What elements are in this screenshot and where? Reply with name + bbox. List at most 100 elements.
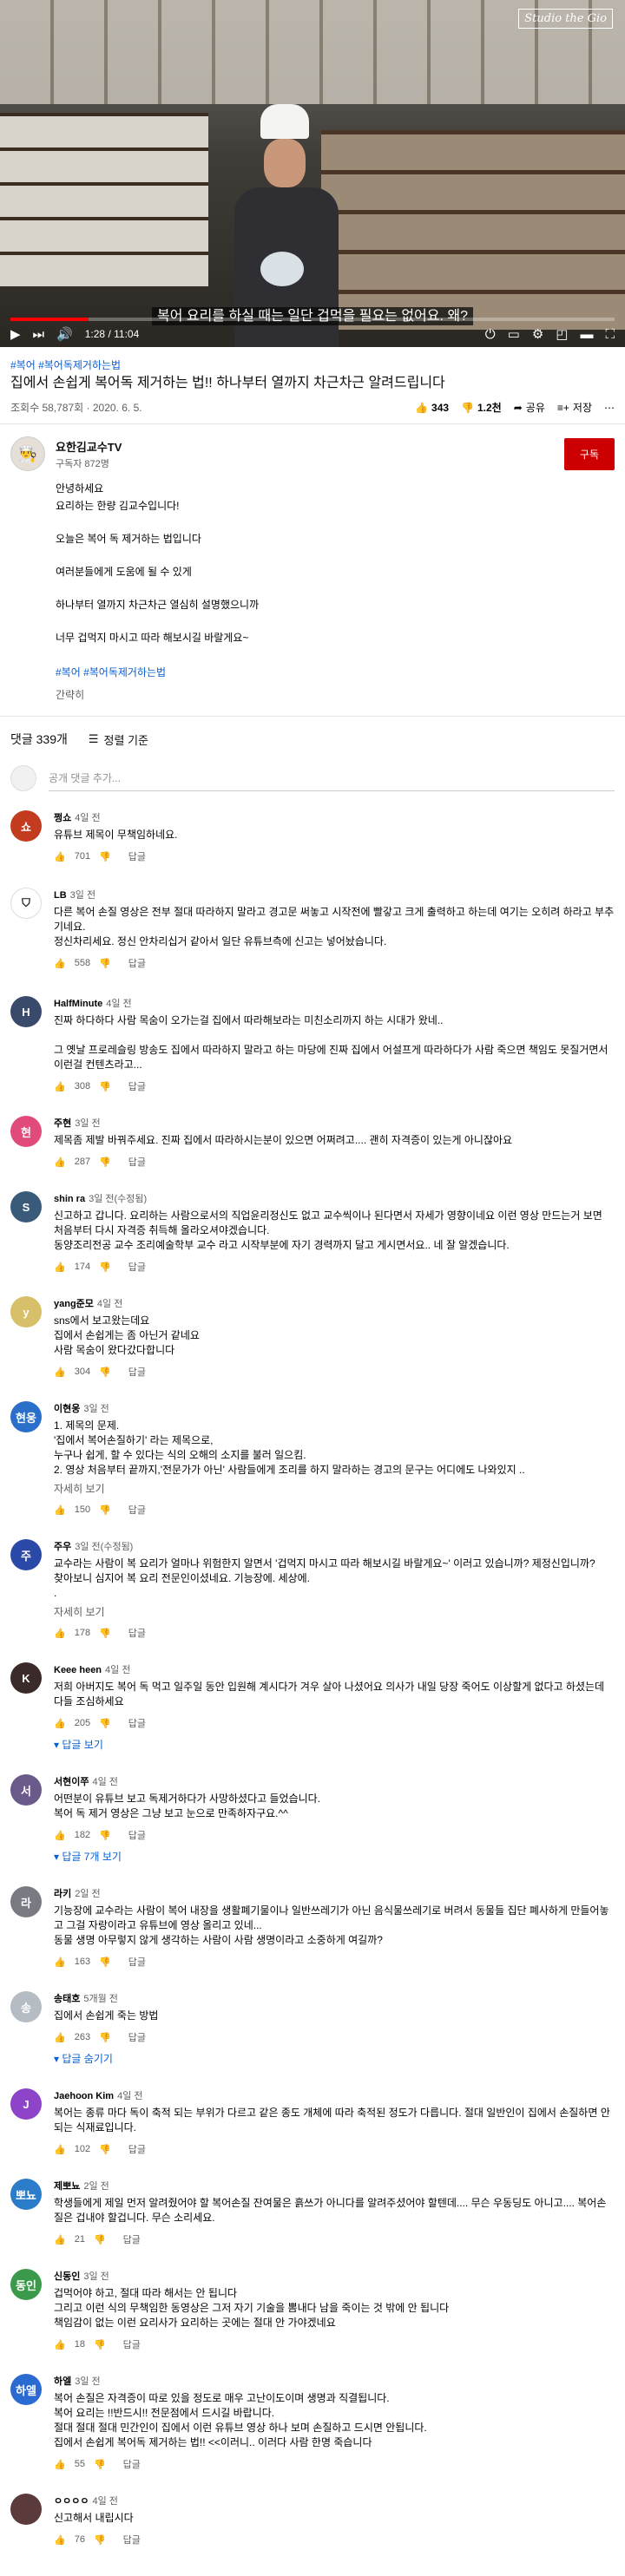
reply-button[interactable]: 답글 <box>123 2457 141 2471</box>
comment-time[interactable]: 3일 전 <box>83 2271 109 2282</box>
thumbs-down-icon[interactable]: 👎 <box>99 1957 111 1968</box>
thumbs-down-icon[interactable]: 👎 <box>99 1504 111 1516</box>
more-actions-icon[interactable]: ⋯ <box>604 402 615 414</box>
thumbs-down-icon[interactable]: 👎 <box>99 1081 111 1092</box>
thumbs-up-icon[interactable]: 👍 <box>54 958 66 969</box>
comment-time[interactable]: 4일 전 <box>105 1665 130 1675</box>
comment-author[interactable]: 송태호 <box>54 1994 80 2004</box>
reply-button[interactable]: 답글 <box>128 1716 146 1730</box>
thumbs-down-icon[interactable]: 👎 <box>94 2234 106 2245</box>
commenter-avatar[interactable]: 뽀뇨 <box>10 2179 42 2210</box>
thumbs-up-icon[interactable]: 👍 <box>54 1957 66 1968</box>
comment-time[interactable]: 3일 전 <box>83 1404 109 1414</box>
comment-author[interactable]: LB <box>54 890 67 901</box>
thumbs-down-icon[interactable]: 👎 <box>99 1262 111 1273</box>
view-replies-button[interactable]: ▾ 답글 7개 보기 <box>54 1849 615 1864</box>
comment-time[interactable]: 5개월 전 <box>83 1994 118 2004</box>
thumbs-up-icon[interactable]: 👍 <box>54 2032 66 2043</box>
add-comment-input[interactable]: 공개 댓글 추가... <box>49 765 615 791</box>
read-more-link[interactable]: 자세히 보기 <box>54 1481 615 1496</box>
thumbs-down-icon[interactable]: 👎 <box>99 1830 111 1841</box>
commenter-avatar[interactable]: 주 <box>10 1539 42 1570</box>
reply-button[interactable]: 답글 <box>128 849 146 863</box>
dislike-button[interactable]: 👎 1.2천 <box>461 400 502 415</box>
play-icon[interactable]: ▶ <box>10 326 21 342</box>
commenter-avatar[interactable]: H <box>10 996 42 1027</box>
comment-author[interactable]: 주현 <box>54 1118 71 1129</box>
thumbs-up-icon[interactable]: 👍 <box>54 2339 66 2350</box>
comment-time[interactable]: 4일 전 <box>106 999 131 1009</box>
thumbs-down-icon[interactable]: 👎 <box>99 2144 111 2155</box>
volume-icon[interactable]: 🔊 <box>56 326 73 342</box>
thumbs-down-icon[interactable]: 👎 <box>99 1157 111 1168</box>
thumbs-down-icon[interactable]: 👎 <box>99 851 111 862</box>
thumbs-down-icon[interactable]: 👎 <box>99 1628 111 1639</box>
description-hashtags[interactable]: #복어 #복어독제거하는법 <box>56 664 615 681</box>
thumbs-down-icon[interactable]: 👎 <box>94 2459 106 2470</box>
commenter-avatar[interactable]: 현웅 <box>10 1401 42 1432</box>
comment-author[interactable]: HalfMinute <box>54 999 102 1009</box>
comment-author[interactable]: Jaehoon Kim <box>54 2091 114 2101</box>
commenter-avatar[interactable]: K <box>10 1662 42 1694</box>
thumbs-down-icon[interactable]: 👎 <box>99 1718 111 1729</box>
commenter-avatar[interactable]: 쇼 <box>10 810 42 842</box>
reply-button[interactable]: 답글 <box>128 1626 146 1640</box>
commenter-avatar[interactable]: ⛉ <box>10 888 42 919</box>
commenter-avatar[interactable]: 송 <box>10 1991 42 2022</box>
thumbs-up-icon[interactable]: 👍 <box>54 1157 66 1168</box>
commenter-avatar[interactable]: 라 <box>10 1886 42 1917</box>
commenter-avatar[interactable]: y <box>10 1296 42 1327</box>
view-replies-button[interactable]: ▾ 답글 숨기기 <box>54 2051 615 2066</box>
comment-time[interactable]: 3일 전 <box>75 2376 100 2387</box>
reply-button[interactable]: 답글 <box>128 1260 146 1274</box>
reply-button[interactable]: 답글 <box>128 1828 146 1842</box>
comment-author[interactable]: 하엘 <box>54 2376 71 2387</box>
like-button[interactable]: 👍 343 <box>415 402 449 414</box>
captions-icon[interactable]: ▭ <box>508 326 520 342</box>
theater-icon[interactable]: ▬ <box>580 327 593 342</box>
thumbs-up-icon[interactable]: 👍 <box>54 1718 66 1729</box>
thumbs-down-icon[interactable]: 👎 <box>94 2339 106 2350</box>
reply-button[interactable]: 답글 <box>128 1155 146 1169</box>
reply-button[interactable]: 답글 <box>128 2030 146 2044</box>
comment-author[interactable]: 신동인 <box>54 2271 80 2282</box>
commenter-avatar[interactable]: 하엘 <box>10 2374 42 2405</box>
comment-time[interactable]: 3일 전 <box>75 1118 100 1129</box>
reply-button[interactable]: 답글 <box>123 2533 141 2547</box>
thumbs-up-icon[interactable]: 👍 <box>54 1367 66 1378</box>
comment-author[interactable]: 서현이쭈 <box>54 1777 89 1787</box>
reply-button[interactable]: 답글 <box>128 2142 146 2156</box>
reply-button[interactable]: 답글 <box>128 1079 146 1093</box>
comment-author[interactable]: 라키 <box>54 1889 71 1899</box>
thumbs-up-icon[interactable]: 👍 <box>54 2459 66 2470</box>
channel-name[interactable]: 요한김교수TV <box>56 438 564 455</box>
read-more-link[interactable]: 자세히 보기 <box>54 1604 615 1619</box>
thumbs-down-icon[interactable]: 👎 <box>94 2534 106 2546</box>
reply-button[interactable]: 답글 <box>128 1955 146 1969</box>
thumbs-up-icon[interactable]: 👍 <box>54 1262 66 1273</box>
subscribe-button[interactable]: 구독 <box>563 437 615 470</box>
commenter-avatar[interactable]: J <box>10 2088 42 2120</box>
reply-button[interactable]: 답글 <box>128 1365 146 1379</box>
commenter-avatar[interactable]: 서 <box>10 1774 42 1806</box>
reply-button[interactable]: 답글 <box>128 1503 146 1517</box>
thumbs-down-icon[interactable]: 👎 <box>99 1367 111 1378</box>
reply-button[interactable]: 답글 <box>123 2337 141 2351</box>
thumbs-up-icon[interactable]: 👍 <box>54 1830 66 1841</box>
thumbs-up-icon[interactable]: 👍 <box>54 1504 66 1516</box>
comment-author[interactable]: Keee heen <box>54 1665 102 1675</box>
thumbs-up-icon[interactable]: 👍 <box>54 2144 66 2155</box>
comment-author[interactable]: 쩡쇼 <box>54 813 71 823</box>
sort-button[interactable]: ☰ 정렬 기준 <box>89 731 148 748</box>
comment-author[interactable]: yang준모 <box>54 1299 94 1309</box>
comment-author[interactable]: 제뽀뇨 <box>54 2181 80 2192</box>
comment-time[interactable]: 4일 전 <box>117 2091 142 2101</box>
comment-time[interactable]: 3일 전(수정됨) <box>89 1194 147 1204</box>
settings-gear-icon[interactable]: ⚙ <box>532 326 543 342</box>
share-button[interactable]: ➦ 공유 <box>514 400 545 415</box>
comment-time[interactable]: 4일 전 <box>92 2496 117 2507</box>
commenter-avatar[interactable]: S <box>10 1191 42 1222</box>
show-less-button[interactable]: 간략히 <box>56 686 615 716</box>
comment-author[interactable]: shin ra <box>54 1194 85 1204</box>
comment-time[interactable]: 3일 전(수정됨) <box>75 1542 133 1552</box>
